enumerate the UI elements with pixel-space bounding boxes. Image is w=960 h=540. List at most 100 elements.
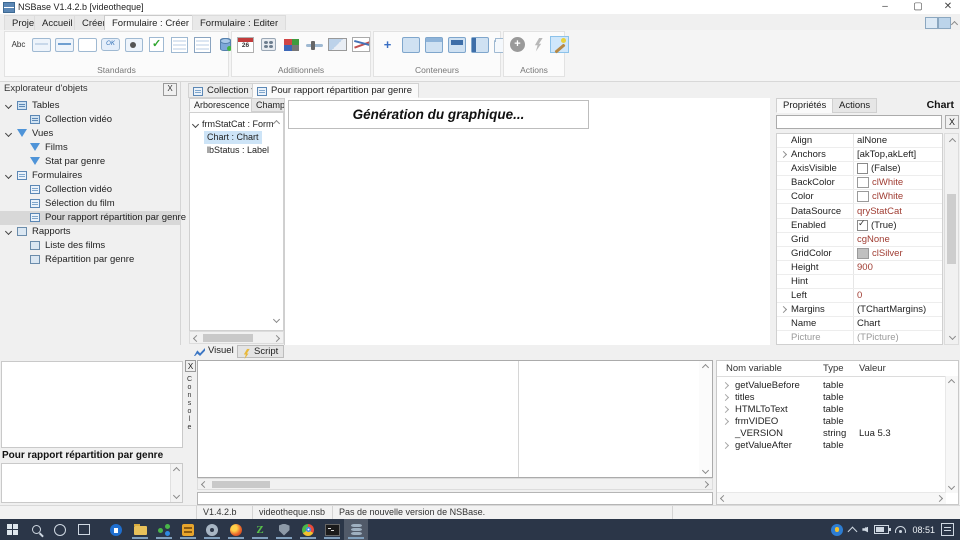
tab-actions[interactable]: Actions <box>832 98 877 113</box>
header-panel-icon[interactable] <box>447 36 466 53</box>
save-icon[interactable] <box>925 17 938 29</box>
tray-volume-muted-icon[interactable]: × <box>862 526 868 533</box>
tray-notifications-icon[interactable] <box>941 523 954 536</box>
tree-item-formulaires[interactable]: Formulaires <box>0 169 180 183</box>
tree-item-collection-video-table[interactable]: Collection vidéo <box>0 113 180 127</box>
minimize-button[interactable]: – <box>872 0 898 14</box>
property-row-height[interactable]: Height900 <box>777 261 942 275</box>
tree-item-collection-video-form[interactable]: Collection vidéo <box>0 183 180 197</box>
tree-scroll-up-icon[interactable] <box>273 120 280 127</box>
tree-item-liste-des-films[interactable]: Liste des films <box>0 239 180 253</box>
property-grid-scrollbar[interactable] <box>944 133 959 345</box>
doc-tab-pour-rapport[interactable]: Pour rapport répartition par genre <box>252 83 419 98</box>
taskbar-app-firefox[interactable] <box>224 519 248 540</box>
property-row-anchors[interactable]: Anchors[akTop,akLeft] <box>777 148 942 162</box>
edit-field-icon[interactable] <box>32 36 51 53</box>
variable-row[interactable]: titlestable <box>717 392 958 404</box>
taskbar-app-defender[interactable] <box>272 519 296 540</box>
tree-item-repartition-par-genre[interactable]: Répartition par genre <box>0 253 180 267</box>
taskbar-app-nsbase[interactable] <box>344 519 368 540</box>
property-row-margins[interactable]: Margins(TChartMargins) <box>777 303 942 317</box>
collapse-ribbon-icon[interactable] <box>952 19 957 30</box>
tree-item-tables[interactable]: Tables <box>0 99 180 113</box>
taskbar-app-settings[interactable] <box>200 519 224 540</box>
explorer-close-button[interactable]: X <box>163 83 177 96</box>
tab-formulaire-creer[interactable]: Formulaire : Créer <box>104 15 197 30</box>
tab-proprietes[interactable]: Propriétés <box>776 98 833 113</box>
property-row-datasource[interactable]: DataSourceqryStatCat <box>777 204 942 218</box>
script-action-icon[interactable] <box>529 36 548 53</box>
add-container-icon[interactable]: + <box>378 36 397 53</box>
tray-help-icon[interactable] <box>831 524 843 536</box>
side-panel-icon[interactable] <box>470 36 489 53</box>
property-row-picture[interactable]: Picture(TPicture) <box>777 331 942 345</box>
list-box-icon[interactable] <box>193 36 212 53</box>
tab-formulaire-editer[interactable]: Formulaire : Editer <box>192 15 286 30</box>
checkbox-unchecked[interactable] <box>857 163 868 174</box>
add-action-icon[interactable]: + <box>508 36 527 53</box>
checkbox-tool-icon[interactable] <box>147 36 166 53</box>
variable-row[interactable]: frmVIDEOtable <box>717 416 958 428</box>
property-row-hint[interactable]: Hint <box>777 275 942 289</box>
string-grid-icon[interactable] <box>170 36 189 53</box>
variable-row[interactable]: HTMLToTexttable <box>717 404 958 416</box>
property-row-gridcolor[interactable]: GridColorclSilver <box>777 247 942 261</box>
tab-arborescence[interactable]: Arborescence <box>189 98 255 112</box>
form-canvas[interactable]: Génération du graphique... <box>284 98 770 345</box>
property-search-input[interactable] <box>776 115 942 129</box>
console-label[interactable]: Console <box>186 376 193 432</box>
task-view-icon[interactable] <box>72 519 96 540</box>
page-control-icon[interactable] <box>424 36 443 53</box>
close-button[interactable]: ✕ <box>935 0 960 14</box>
property-row-grid[interactable]: GridcgNone <box>777 233 942 247</box>
variables-h-scrollbar[interactable] <box>717 492 946 504</box>
tray-clock[interactable]: 08:51 <box>912 525 935 535</box>
tree-item-pour-rapport-repartition[interactable]: Pour rapport répartition par genre <box>0 211 180 225</box>
variable-row[interactable]: getValueBeforetable <box>717 380 958 392</box>
status-label-control[interactable]: Génération du graphique... <box>288 100 589 129</box>
col-type[interactable]: Type <box>823 363 844 374</box>
taskbar-app-green-z[interactable]: Z <box>248 519 272 540</box>
variable-row[interactable]: _VERSIONstringLua 5.3 <box>717 428 958 440</box>
button-grid-icon[interactable] <box>259 36 278 53</box>
property-row-left[interactable]: Left0 <box>777 289 942 303</box>
maximize-button[interactable]: ▢ <box>905 0 931 14</box>
radio-button-icon[interactable] <box>124 36 143 53</box>
property-row-enabled[interactable]: Enabled(True) <box>777 219 942 233</box>
tree-item-chart[interactable]: Chart : Chart <box>204 131 262 144</box>
editor-command-line[interactable] <box>197 492 713 505</box>
button-ok-icon[interactable]: OK <box>101 36 120 53</box>
variable-row[interactable]: getValueAftertable <box>717 440 958 452</box>
chart-tool-icon[interactable] <box>351 36 370 53</box>
property-row-color[interactable]: ColorclWhite <box>777 190 942 204</box>
taskbar-app-explorer[interactable] <box>128 519 152 540</box>
tree-item-vues[interactable]: Vues <box>0 127 180 141</box>
group-box-icon[interactable] <box>78 36 97 53</box>
color-panel-icon[interactable] <box>282 36 301 53</box>
taskbar-app-chrome[interactable] <box>296 519 320 540</box>
property-row-axisvisible[interactable]: AxisVisible(False) <box>777 162 942 176</box>
checkbox-checked[interactable] <box>857 220 868 231</box>
taskbar-app-share[interactable] <box>152 519 176 540</box>
tree-item-selection-du-film[interactable]: Sélection du film <box>0 197 180 211</box>
report-preview-panel[interactable] <box>1 361 183 448</box>
calendar-icon[interactable]: 26 <box>236 36 255 53</box>
editor-h-scrollbar[interactable] <box>197 478 713 490</box>
property-row-align[interactable]: AlignalNone <box>777 134 942 148</box>
col-valeur[interactable]: Valeur <box>859 363 886 374</box>
tray-hidden-icons-chevron[interactable] <box>848 526 858 536</box>
image-box-icon[interactable] <box>328 36 347 53</box>
property-row-name[interactable]: NameChart <box>777 317 942 331</box>
property-row-backcolor[interactable]: BackColorclWhite <box>777 176 942 190</box>
wizard-action-icon[interactable] <box>550 36 569 53</box>
variables-v-scrollbar[interactable] <box>945 376 958 493</box>
taskbar-app-lock[interactable] <box>104 519 128 540</box>
tab-script[interactable]: Script <box>237 345 284 358</box>
tree-item-stat-par-genre[interactable]: Stat par genre <box>0 155 180 169</box>
cortana-icon[interactable] <box>48 519 72 540</box>
console-close-button[interactable]: X <box>185 360 196 372</box>
taskbar-app-tiger[interactable] <box>176 519 200 540</box>
taskbar-app-terminal[interactable] <box>320 519 344 540</box>
structure-h-scrollbar[interactable] <box>189 331 284 344</box>
tray-network-icon[interactable] <box>895 526 906 533</box>
